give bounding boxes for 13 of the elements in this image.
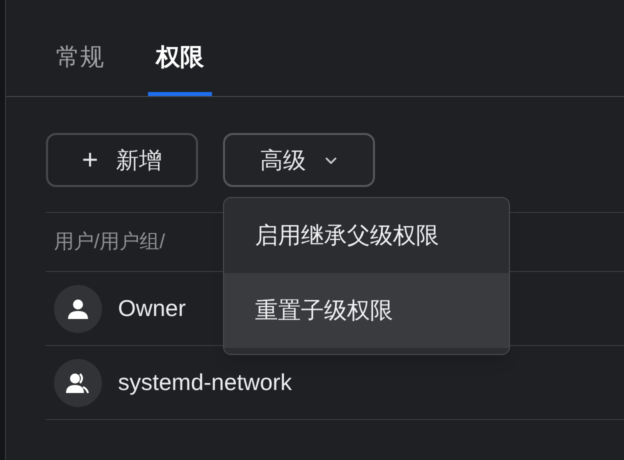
users-icon (66, 372, 90, 394)
tab[interactable]: 常规 (48, 40, 112, 96)
user-name: systemd-network (118, 368, 292, 398)
chevron-down-icon (324, 156, 338, 164)
add-button[interactable]: + 新增 (46, 133, 198, 187)
menu-item[interactable]: 重置子级权限 (224, 273, 509, 348)
menu-item[interactable]: 启用继承父级权限 (224, 198, 509, 273)
advanced-dropdown-button[interactable]: 高级 (223, 133, 375, 187)
plus-icon: + (82, 146, 98, 174)
column-header: 用户/用户组/ (54, 230, 166, 255)
user-icon (67, 298, 89, 320)
user-name: Owner (118, 294, 186, 324)
tab[interactable]: 权限 (148, 40, 212, 96)
